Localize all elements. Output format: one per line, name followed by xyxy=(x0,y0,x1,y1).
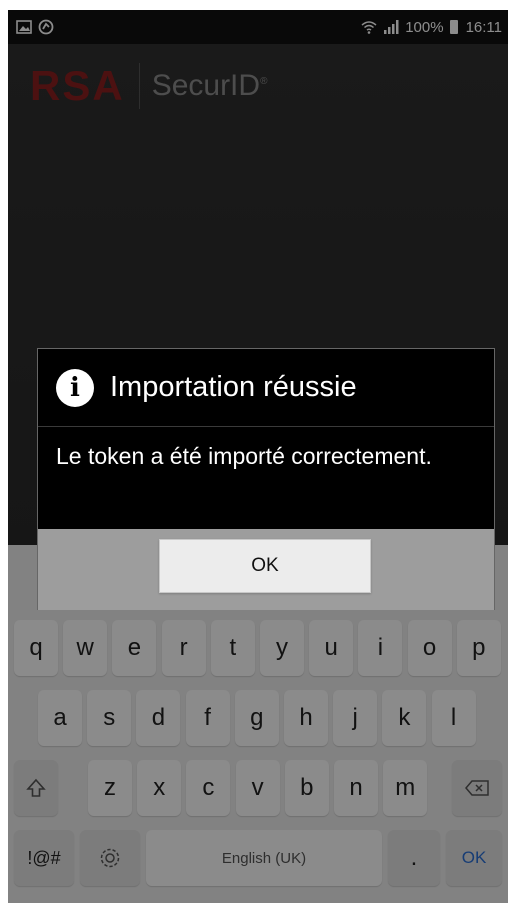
ok-button[interactable]: OK xyxy=(159,539,371,593)
phone-screen: 100% 16:11 RSA SecurID® qwertyuiop asdfg… xyxy=(8,10,508,903)
dialog-title-bar: i Importation réussie xyxy=(38,349,494,427)
dialog-title: Importation réussie xyxy=(110,371,357,403)
import-success-dialog: i Importation réussie Le token a été imp… xyxy=(37,348,495,610)
dialog-footer: OK xyxy=(38,529,494,610)
dialog-message: Le token a été importé correctement. xyxy=(56,443,432,469)
info-icon: i xyxy=(56,368,94,407)
